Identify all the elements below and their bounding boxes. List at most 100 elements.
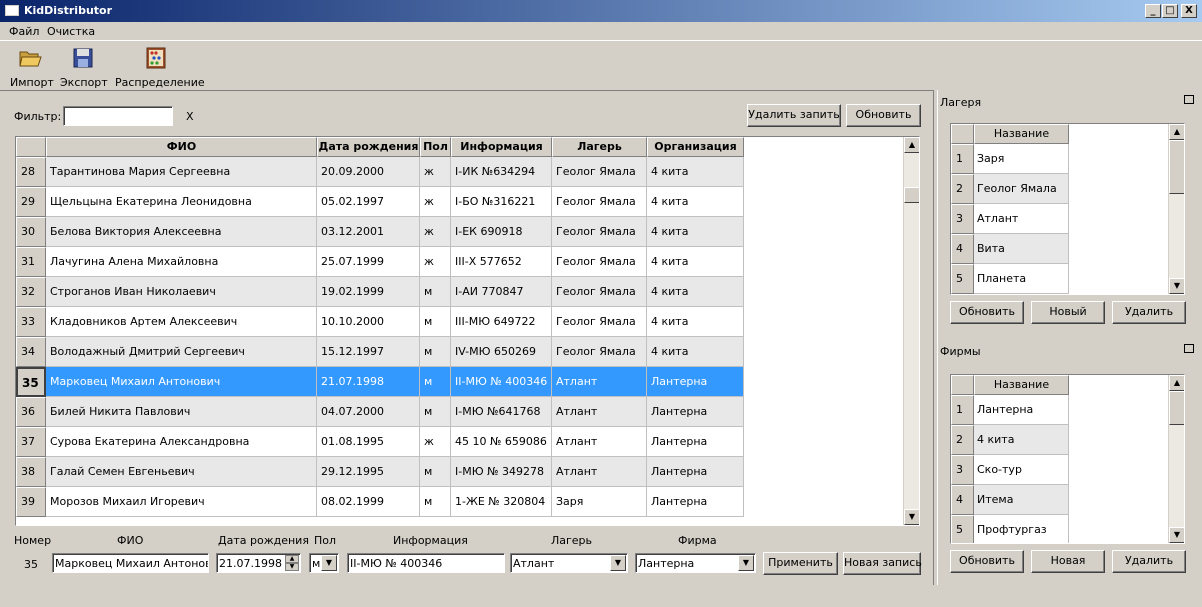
column-info[interactable]: Информация	[451, 137, 552, 157]
firms-row[interactable]: 24 кита	[951, 425, 1069, 455]
cell-dob[interactable]: 29.12.1995	[317, 457, 420, 487]
row-number[interactable]: 28	[16, 157, 46, 187]
cell-camp[interactable]: Заря	[552, 487, 647, 517]
cell-dob[interactable]: 03.12.2001	[317, 217, 420, 247]
cell-sex[interactable]: ж	[420, 217, 451, 247]
cell-fio[interactable]: Белова Виктория Алексеевна	[46, 217, 317, 247]
cell-info[interactable]: I-МЮ №641768	[451, 397, 552, 427]
table-row[interactable]: 37 Сурова Екатерина Александровна 01.08.19…	[16, 427, 744, 457]
float-icon[interactable]	[1184, 344, 1194, 353]
editor-sex-select[interactable]: м ▼	[309, 553, 339, 573]
firms-name-cell[interactable]: Лантерна	[974, 395, 1069, 425]
refresh-button[interactable]: Обновить	[846, 104, 921, 127]
chevron-down-icon[interactable]: ▼	[321, 555, 337, 571]
row-number[interactable]: 33	[16, 307, 46, 337]
dob-spin-up[interactable]: ▲	[285, 555, 299, 563]
cell-org[interactable]: 4 кита	[647, 157, 744, 187]
cell-dob[interactable]: 08.02.1999	[317, 487, 420, 517]
firms-scrollbar[interactable]: ▲ ▼	[1168, 375, 1184, 543]
scroll-down-button[interactable]: ▼	[904, 509, 919, 525]
camps-name-cell[interactable]: Геолог Ямала	[974, 174, 1069, 204]
float-icon[interactable]	[1184, 95, 1194, 104]
table-row[interactable]: 28 Тарантинова Мария Сергеевна 20.09.2000 ж…	[16, 157, 744, 187]
cell-sex[interactable]: м	[420, 307, 451, 337]
firms-row-number[interactable]: 5	[951, 515, 974, 543]
row-number[interactable]: 35	[16, 367, 46, 397]
minimize-button[interactable]: _	[1145, 4, 1161, 18]
cell-org[interactable]: Лантерна	[647, 367, 744, 397]
editor-info-input[interactable]: II-МЮ № 400346	[347, 553, 505, 573]
editor-dob-input[interactable]: 21.07.1998 ▲ ▼	[216, 553, 301, 573]
camps-scroll-thumb[interactable]	[1169, 140, 1184, 194]
firms-name-cell[interactable]: Профтургаз	[974, 515, 1069, 543]
firms-row[interactable]: 1 Лантерна	[951, 395, 1069, 425]
firms-row-number[interactable]: 4	[951, 485, 974, 515]
new-record-button[interactable]: Новая запись	[843, 552, 922, 575]
cell-fio[interactable]: Тарантинова Мария Сергеевна	[46, 157, 317, 187]
cell-sex[interactable]: м	[420, 457, 451, 487]
filter-input[interactable]	[63, 106, 173, 126]
table-row[interactable]: 34 Володажный Дмитрий Сергеевич 15.12.1997…	[16, 337, 744, 367]
cell-dob[interactable]: 15.12.1997	[317, 337, 420, 367]
editor-fio-input[interactable]: Марковец Михаил Антонович	[52, 553, 209, 573]
camps-scrollbar[interactable]: ▲ ▼	[1168, 124, 1184, 294]
firms-column-name[interactable]: Название	[974, 375, 1069, 395]
cell-info[interactable]: III-МЮ 649722	[451, 307, 552, 337]
cell-dob[interactable]: 21.07.1998	[317, 367, 420, 397]
camps-row[interactable]: 4 Вита	[951, 234, 1069, 264]
scroll-up-button[interactable]: ▲	[904, 137, 919, 153]
cell-camp[interactable]: Геолог Ямала	[552, 217, 647, 247]
camps-name-cell[interactable]: Атлант	[974, 204, 1069, 234]
editor-camp-select[interactable]: Атлант ▼	[510, 553, 628, 573]
row-number[interactable]: 39	[16, 487, 46, 517]
table-row[interactable]: 32 Строганов Иван Николаевич 19.02.1999 м I-…	[16, 277, 744, 307]
row-number[interactable]: 32	[16, 277, 46, 307]
camps-name-cell[interactable]: Вита	[974, 234, 1069, 264]
table-row[interactable]: 30 Белова Виктория Алексеевна 03.12.2001 ж I…	[16, 217, 744, 247]
camps-row-number[interactable]: 5	[951, 264, 974, 294]
cell-camp[interactable]: Геолог Ямала	[552, 157, 647, 187]
close-button[interactable]: X	[1181, 4, 1197, 18]
table-row[interactable]: 33 Кладовников Артем Алексеевич 10.10.2000…	[16, 307, 744, 337]
cell-org[interactable]: Лантерна	[647, 457, 744, 487]
firms-delete-button[interactable]: Удалить	[1112, 550, 1186, 573]
cell-info[interactable]: I-ИК №634294	[451, 157, 552, 187]
scroll-thumb[interactable]	[904, 187, 919, 203]
camps-row-number[interactable]: 4	[951, 234, 974, 264]
export-button[interactable]: Экспорт	[60, 46, 108, 89]
camps-column-name[interactable]: Название	[974, 124, 1069, 144]
cell-sex[interactable]: м	[420, 397, 451, 427]
cell-fio[interactable]: Сурова Екатерина Александровна	[46, 427, 317, 457]
camps-refresh-button[interactable]: Обновить	[950, 301, 1024, 324]
table-row[interactable]: 31 Лачугина Алена Михайловна 25.07.1999 ж II…	[16, 247, 744, 277]
cell-info[interactable]: III-Х 577652	[451, 247, 552, 277]
cell-fio[interactable]: Билей Никита Павлович	[46, 397, 317, 427]
delete-record-button[interactable]: Удалить запить	[747, 104, 841, 127]
cell-info[interactable]: 45 10 № 659086	[451, 427, 552, 457]
cell-org[interactable]: 4 кита	[647, 337, 744, 367]
row-number[interactable]: 29	[16, 187, 46, 217]
camps-delete-button[interactable]: Удалить	[1112, 301, 1186, 324]
column-camp[interactable]: Лагерь	[552, 137, 647, 157]
row-number[interactable]: 37	[16, 427, 46, 457]
cell-sex[interactable]: м	[420, 367, 451, 397]
cell-fio[interactable]: Володажный Дмитрий Сергеевич	[46, 337, 317, 367]
cell-org[interactable]: Лантерна	[647, 487, 744, 517]
column-sex[interactable]: Пол	[420, 137, 451, 157]
row-number[interactable]: 34	[16, 337, 46, 367]
cell-fio[interactable]: Строганов Иван Николаевич	[46, 277, 317, 307]
camps-row-number[interactable]: 3	[951, 204, 974, 234]
cell-camp[interactable]: Геолог Ямала	[552, 307, 647, 337]
menu-file[interactable]: Файл	[9, 25, 39, 38]
firms-row[interactable]: 3 Ско-тур	[951, 455, 1069, 485]
apply-button[interactable]: Применить	[763, 552, 838, 575]
row-number[interactable]: 30	[16, 217, 46, 247]
firms-row[interactable]: 4 Итема	[951, 485, 1069, 515]
table-scrollbar[interactable]: ▲ ▼	[903, 137, 919, 525]
column-fio[interactable]: ФИО	[46, 137, 317, 157]
table-row[interactable]: 35 Марковец Михаил Антонович 21.07.1998 м II…	[16, 367, 744, 397]
camps-scroll-down[interactable]: ▼	[1169, 278, 1184, 294]
cell-dob[interactable]: 04.07.2000	[317, 397, 420, 427]
cell-dob[interactable]: 20.09.2000	[317, 157, 420, 187]
editor-firm-select[interactable]: Лантерна ▼	[635, 553, 756, 573]
